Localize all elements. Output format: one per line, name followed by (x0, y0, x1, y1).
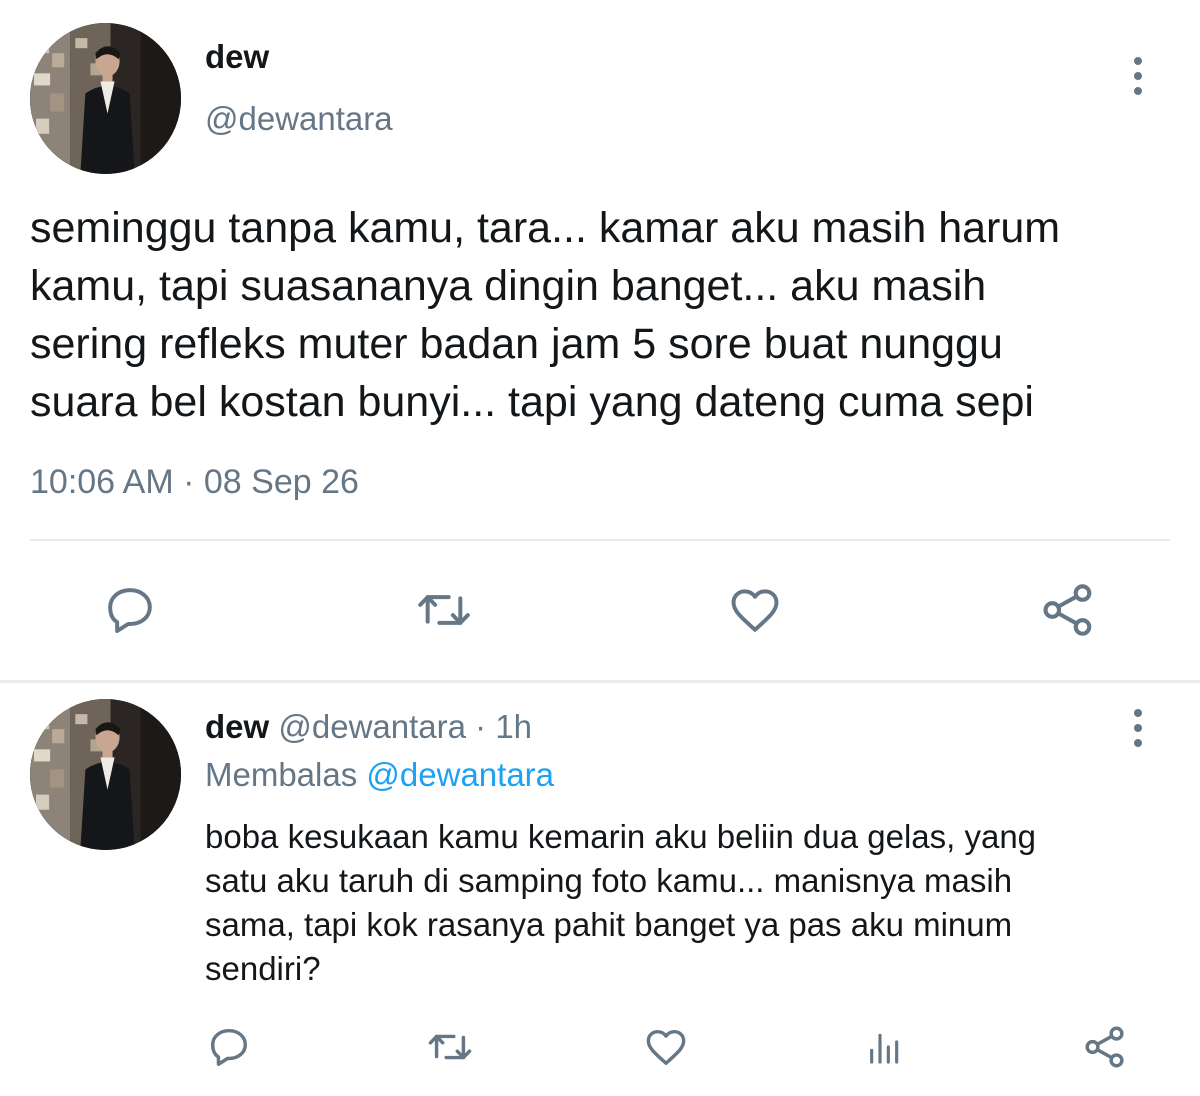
tweet-date: 08 Sep 26 (203, 463, 359, 501)
retweet-icon[interactable] (412, 580, 476, 640)
tweet-time: 10:06 AM (30, 463, 174, 501)
tweet-timestamp: 10:06 AM · 08 Sep 26 (30, 463, 359, 502)
divider (0, 680, 1200, 683)
user-handle[interactable]: @dewantara (205, 100, 393, 138)
avatar-photo (30, 23, 181, 174)
tweet-thread: dew @dewantara seminggu tanpa kamu, tara… (0, 0, 1200, 1096)
tweet-text: boba kesukaan kamu kemarin aku beliin du… (205, 818, 1037, 987)
share-icon[interactable] (1038, 580, 1098, 640)
avatar[interactable] (30, 699, 181, 850)
tweet-age: 1h (495, 708, 533, 745)
reply-icon[interactable] (206, 1022, 252, 1072)
display-name[interactable]: dew (205, 708, 269, 745)
user-handle[interactable]: @dewantara (278, 708, 466, 745)
avatar[interactable] (30, 23, 181, 174)
meta-separator: · (475, 708, 487, 745)
share-icon[interactable] (1080, 1022, 1130, 1072)
more-options-icon[interactable] (1128, 57, 1148, 95)
display-name[interactable]: dew (205, 38, 269, 76)
replying-to: Membalas @dewantara (205, 756, 554, 794)
retweet-icon[interactable] (424, 1022, 476, 1072)
analytics-icon[interactable] (862, 1022, 908, 1072)
reply-icon[interactable] (100, 580, 160, 640)
divider (30, 539, 1170, 541)
reply-header: dew @dewantara · 1h (205, 708, 532, 746)
like-icon[interactable] (725, 580, 785, 640)
tweet-text: seminggu tanpa kamu, tara... kamar aku m… (30, 204, 1061, 426)
replying-mention-link[interactable]: @dewantara (366, 756, 554, 793)
meta-separator: · (183, 463, 195, 501)
replying-label: Membalas (205, 756, 358, 793)
avatar-photo (30, 699, 181, 850)
like-icon[interactable] (642, 1022, 690, 1072)
more-options-icon[interactable] (1128, 709, 1148, 747)
